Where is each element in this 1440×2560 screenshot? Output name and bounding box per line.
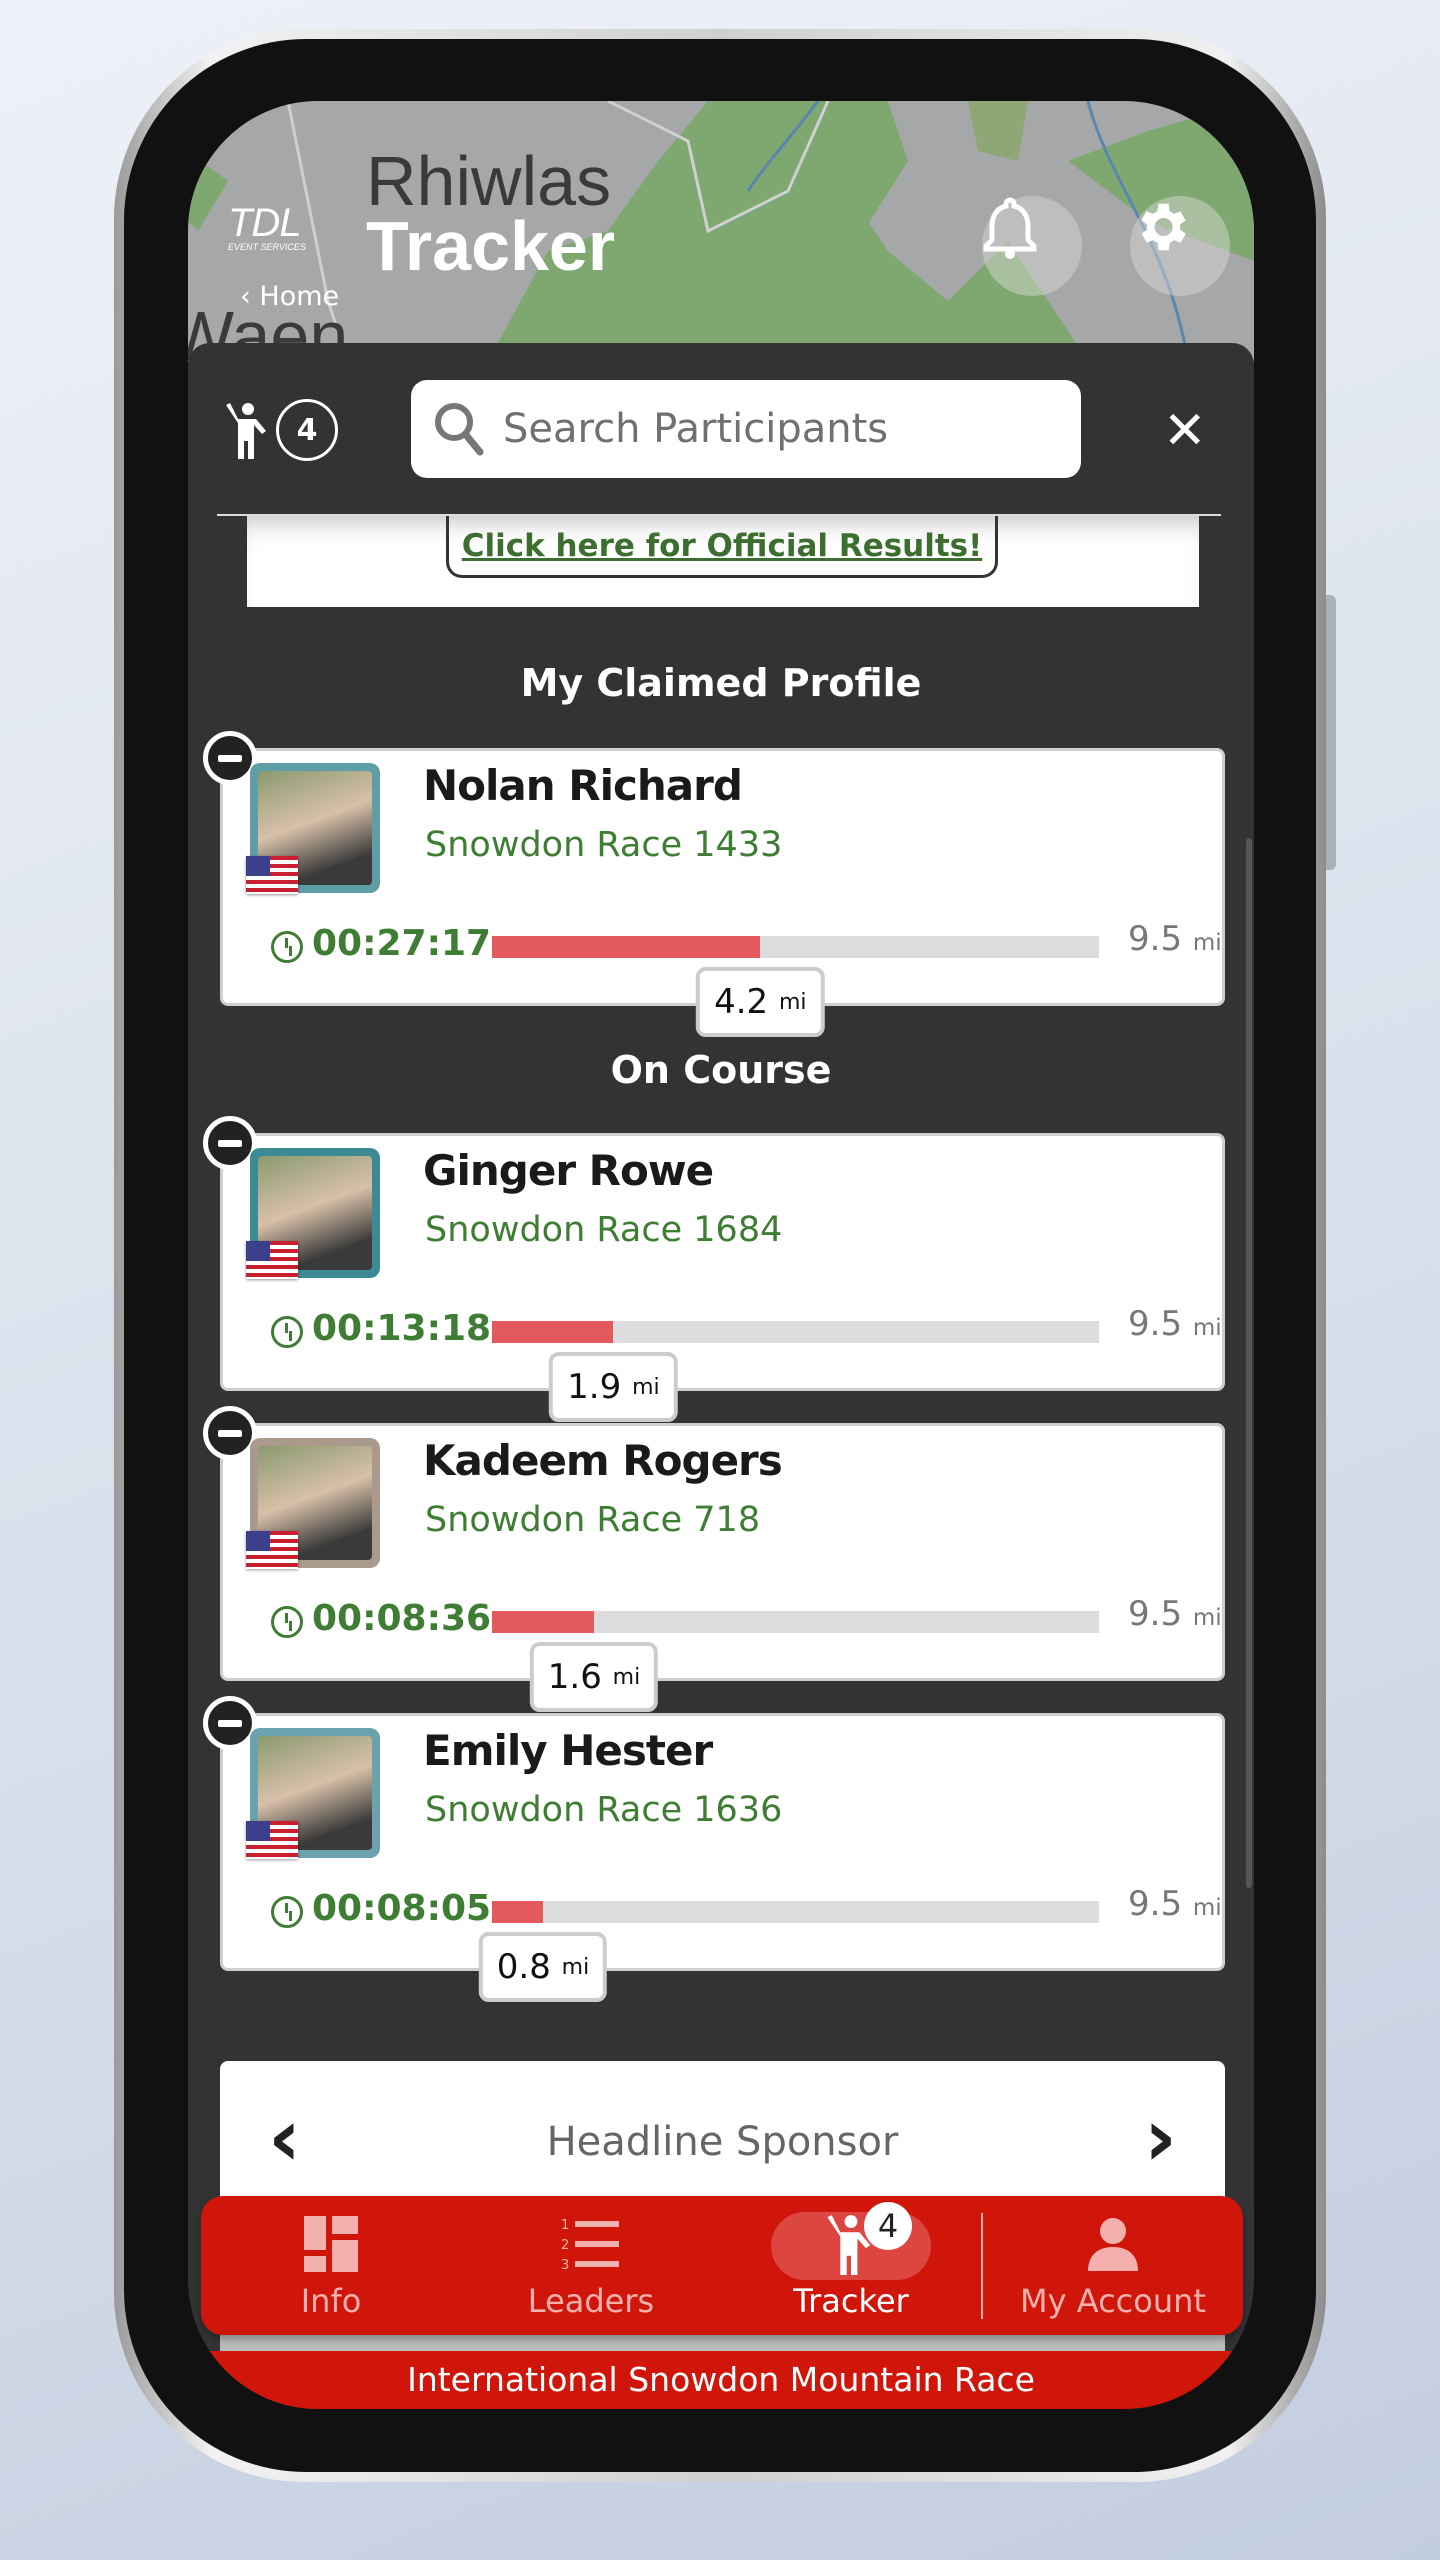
map-background[interactable]: Rhiwlas Waen TDL EVENT SERVICES Tracker ‹… (188, 101, 1254, 375)
nav-leaders[interactable]: 1 2 3 Leaders (461, 2196, 721, 2335)
participant-card[interactable]: Ginger Rowe Snowdon Race 1684 00:13:18 9… (203, 1116, 1225, 1422)
country-flag-icon (246, 1241, 298, 1279)
official-results-link[interactable]: Click here for Official Results! (462, 528, 983, 564)
clock-icon (271, 1316, 303, 1348)
minus-icon (218, 1719, 242, 1727)
remove-participant-button[interactable] (203, 1116, 257, 1170)
current-distance: 1.9 mi (549, 1352, 678, 1422)
progress-bar (492, 1321, 1099, 1343)
participant-name: Nolan Richard (423, 761, 743, 810)
elapsed-time: 00:27:17 (312, 923, 492, 964)
nav-tracker-label: Tracker (793, 2281, 909, 2320)
current-distance: 0.8 mi (478, 1932, 608, 2002)
waving-person-icon (226, 403, 266, 459)
clock-icon (271, 1896, 303, 1928)
search-box[interactable] (411, 380, 1081, 478)
remove-participant-button[interactable] (203, 1696, 257, 1750)
participant-race: Snowdon Race 1433 (425, 825, 783, 865)
participant-card[interactable]: Emily Hester Snowdon Race 1636 00:08:05 … (203, 1696, 1225, 2002)
remove-participant-button[interactable] (203, 731, 257, 785)
notifications-button[interactable] (982, 196, 1082, 296)
tracked-count-badge: 4 (276, 399, 338, 461)
official-results-banner: Click here for Official Results! (247, 516, 1199, 607)
remove-participant-button[interactable] (203, 1406, 257, 1460)
nav-info-label: Info (300, 2281, 362, 2320)
participant-name: Ginger Rowe (423, 1146, 714, 1195)
total-distance: 9.5 mi (1128, 919, 1222, 959)
clock-icon (271, 1606, 303, 1638)
nav-info[interactable]: Info (201, 2196, 461, 2335)
svg-text:3: 3 (561, 2258, 569, 2271)
participant-name: Kadeem Rogers (423, 1436, 783, 1485)
elapsed-time: 00:13:18 (312, 1308, 492, 1349)
minus-icon (218, 1139, 242, 1147)
event-footer: International Snowdon Mountain Race (188, 2351, 1254, 2409)
sponsor-label: Headline Sponsor (546, 2119, 899, 2165)
tracked-count[interactable]: 4 (226, 399, 338, 461)
svg-text:1: 1 (561, 2218, 569, 2233)
tdl-logo: TDL EVENT SERVICES (228, 201, 306, 252)
official-results-button[interactable]: Click here for Official Results! (446, 516, 998, 578)
settings-button[interactable] (1130, 196, 1230, 296)
bottom-nav: Info 1 2 3 Leaders 4 Tracker My Account (201, 2196, 1243, 2335)
progress-bar (492, 1901, 1099, 1923)
total-distance: 9.5 mi (1128, 1304, 1222, 1344)
elapsed-time: 00:08:05 (312, 1888, 492, 1929)
participant-race: Snowdon Race 718 (425, 1500, 761, 1540)
section-heading-claimed: My Claimed Profile (520, 661, 922, 705)
minus-icon (218, 754, 242, 762)
nav-leaders-label: Leaders (527, 2281, 655, 2320)
total-distance: 9.5 mi (1128, 1594, 1222, 1634)
nav-tracker[interactable]: 4 Tracker (721, 2196, 981, 2335)
current-distance: 1.6 mi (529, 1642, 659, 1712)
section-heading-on-course: On Course (610, 1048, 832, 1092)
search-icon (435, 403, 484, 456)
tracker-panel: 4 ✕ Click here for Official Results! My … (188, 343, 1254, 2409)
scrollbar[interactable] (1246, 838, 1252, 1888)
numbered-list-icon: 1 2 3 (561, 2218, 619, 2271)
dashboard-icon (304, 2215, 358, 2272)
close-icon[interactable]: ✕ (1163, 405, 1207, 457)
chevron-left-icon: ‹ (240, 281, 260, 312)
clock-icon (271, 931, 303, 963)
country-flag-icon (246, 1531, 298, 1569)
minus-icon (218, 1429, 242, 1437)
bell-icon (983, 197, 1037, 259)
progress-bar (492, 936, 1099, 958)
total-distance: 9.5 mi (1128, 1884, 1222, 1924)
participant-card[interactable]: Kadeem Rogers Snowdon Race 718 00:08:36 … (203, 1406, 1225, 1712)
elapsed-time: 00:08:36 (312, 1598, 492, 1639)
search-input[interactable] (503, 406, 1043, 452)
participant-race: Snowdon Race 1636 (425, 1790, 783, 1830)
participant-race: Snowdon Race 1684 (425, 1210, 783, 1250)
app-screen: Rhiwlas Waen TDL EVENT SERVICES Tracker ‹… (188, 101, 1254, 2409)
svg-text:2: 2 (561, 2238, 569, 2253)
current-distance: 4.2 mi (696, 967, 825, 1037)
tracker-badge: 4 (864, 2202, 912, 2250)
country-flag-icon (246, 1821, 298, 1859)
page-title: Tracker (366, 207, 616, 285)
participant-name: Emily Hester (423, 1726, 713, 1775)
sponsor-image-strip (220, 2335, 1225, 2351)
chevron-right-icon[interactable]: › (1144, 2091, 1177, 2184)
user-icon (1088, 2217, 1138, 2271)
gear-icon (1141, 203, 1186, 251)
country-flag-icon (246, 856, 298, 894)
phone-side-button (1326, 595, 1336, 870)
nav-my-account[interactable]: My Account (983, 2196, 1243, 2335)
participant-card[interactable]: Nolan Richard Snowdon Race 1433 00:27:17… (203, 731, 1225, 1037)
nav-my-account-label: My Account (1020, 2281, 1206, 2320)
home-link[interactable]: ‹ Home (240, 281, 339, 312)
progress-bar (492, 1611, 1099, 1633)
